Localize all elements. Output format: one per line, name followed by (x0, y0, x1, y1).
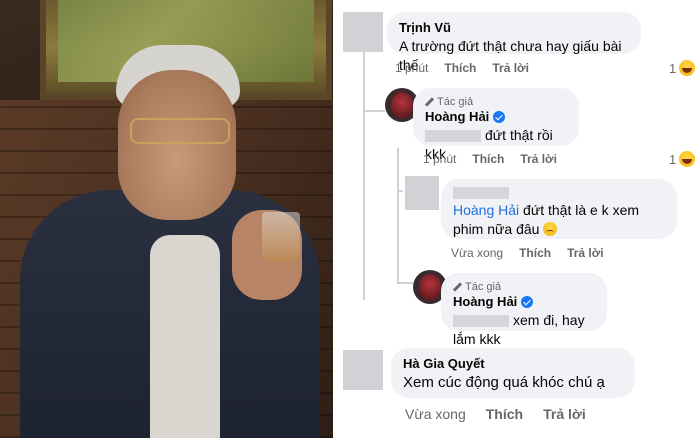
like-button[interactable]: Thích (486, 406, 523, 422)
comments-panel: Trịnh Vũ A trường đứt thật chưa hay giấu… (333, 0, 700, 438)
comment-time[interactable]: Vừa xong (451, 246, 503, 260)
reply-button[interactable]: Trả lời (492, 61, 529, 75)
reaction-count[interactable]: 1 (669, 60, 696, 76)
comment-text: Hoàng Hải đứt thật là e k xem phim nữa đ… (453, 201, 665, 239)
like-button[interactable]: Thích (472, 152, 504, 166)
commenter-name[interactable]: Hoàng Hải (425, 109, 567, 124)
haha-emoji-icon (679, 60, 696, 76)
verified-badge-icon (521, 295, 534, 308)
pen-icon (425, 98, 434, 107)
like-button[interactable]: Thích (519, 246, 551, 260)
avatar[interactable] (405, 176, 439, 210)
reaction-number: 1 (669, 151, 677, 167)
thread-line (397, 148, 399, 190)
redacted-mention (425, 130, 481, 143)
commenter-name[interactable] (453, 187, 665, 199)
movie-still-photo (0, 0, 333, 438)
thread-line (363, 110, 365, 300)
thread-line (363, 52, 365, 110)
reaction-number: 1 (669, 60, 677, 76)
comment-actions: Vừa xong Thích Trả lời (405, 406, 586, 422)
verified-badge-icon (493, 110, 506, 123)
commenter-name[interactable]: Trịnh Vũ (399, 20, 629, 35)
comment-text: xem đi, hay lắm kkk (453, 311, 595, 349)
reply-button[interactable]: Trả lời (567, 246, 604, 260)
reply-bubble: Hoàng Hải đứt thật là e k xem phim nữa đ… (441, 179, 677, 239)
author-tag: Tác giả (425, 96, 567, 108)
man-shirt (150, 235, 220, 438)
comment-bubble: Hà Gia Quyết Xem cúc động quá khóc chú ạ (391, 348, 635, 398)
thread-line (363, 110, 385, 112)
man-face (118, 70, 236, 220)
commenter-name-text: Hoàng Hải (425, 109, 490, 124)
avatar[interactable] (343, 12, 383, 52)
comment-text: Xem cúc động quá khóc chú ạ (403, 374, 605, 391)
redacted-name (453, 187, 509, 199)
author-tag-label: Tác giả (437, 96, 474, 108)
thread-line (397, 190, 399, 282)
commenter-name[interactable]: Hà Gia Quyết (403, 356, 623, 371)
redacted-mention (453, 315, 509, 328)
mention-link[interactable]: Hoàng Hải (453, 202, 519, 218)
comment-time[interactable]: 1 phút (423, 152, 456, 166)
reaction-count[interactable]: 1 (669, 151, 696, 167)
thread-line (397, 282, 413, 284)
comment-actions: 1 phút Thích Trả lời (423, 152, 557, 166)
haha-emoji-icon (679, 151, 696, 167)
reply-bubble: Tác giả Hoàng Hải xem đi, hay lắm kkk (441, 273, 607, 347)
reply-bubble: Tác giả Hoàng Hải đứt thật rồi kkk (413, 88, 579, 162)
comment-bubble: Trịnh Vũ A trường đứt thật chưa hay giấu… (387, 12, 641, 73)
drink-glass (262, 212, 300, 262)
comment-time[interactable]: Vừa xong (405, 406, 466, 422)
like-button[interactable]: Thích (444, 61, 476, 75)
reply-button[interactable]: Trả lời (520, 152, 557, 166)
avatar[interactable] (343, 350, 383, 390)
author-tag: Tác giả (453, 281, 595, 293)
comment-time[interactable]: 1 phút (395, 61, 428, 75)
commenter-name[interactable]: Hoàng Hải (453, 294, 595, 309)
comment-actions: Vừa xong Thích Trả lời (451, 246, 604, 260)
pen-icon (453, 283, 462, 292)
weary-emoji-icon (543, 222, 558, 236)
comment-actions: 1 phút Thích Trả lời (395, 61, 529, 75)
author-tag-label: Tác giả (465, 281, 502, 293)
commenter-name-text: Hoàng Hải (453, 294, 518, 309)
reply-button[interactable]: Trả lời (543, 406, 586, 422)
man-glasses (130, 118, 230, 144)
